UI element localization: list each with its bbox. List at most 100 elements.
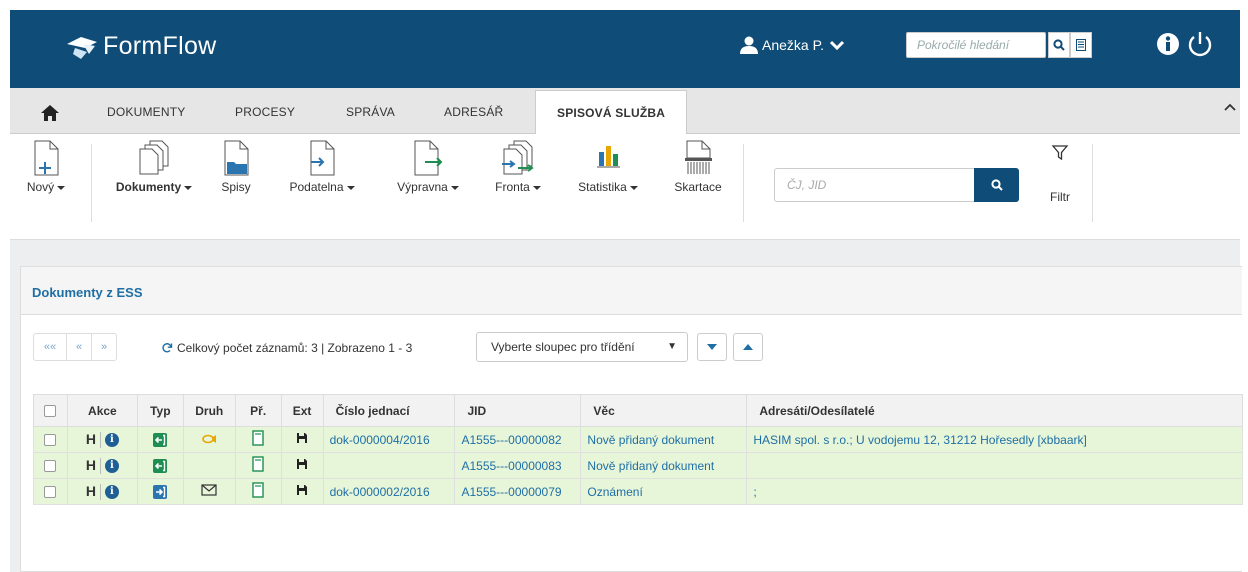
subject-cell[interactable]: Oznámení	[580, 478, 748, 505]
column-header[interactable]: Typ	[136, 394, 184, 427]
column-header[interactable]: Číslo jednací	[322, 394, 456, 427]
menu-administration[interactable]: SPRÁVA	[346, 105, 395, 119]
table-row[interactable]: Hi dok-0000004/2016 A1555---00000082 Nově p…	[33, 426, 1243, 453]
history-button[interactable]: H	[86, 483, 96, 499]
advanced-search-input[interactable]	[906, 32, 1046, 58]
attachment-cell[interactable]	[234, 426, 282, 453]
column-header[interactable]: Ext	[280, 394, 324, 427]
search-button[interactable]	[1048, 32, 1070, 58]
list-icon	[1076, 39, 1086, 51]
documents-label: Dokumenty	[115, 180, 182, 194]
search-options-button[interactable]	[1070, 32, 1092, 58]
table-row[interactable]: Hi A1555---00000083 Nově přidaný dokument	[33, 452, 1243, 479]
row-select-cell[interactable]	[33, 478, 68, 505]
select-all-checkbox[interactable]	[44, 405, 57, 418]
refresh-icon[interactable]	[161, 342, 173, 354]
row-select-cell[interactable]	[33, 426, 68, 453]
power-icon[interactable]	[1186, 30, 1214, 58]
first-page-button[interactable]: ««	[33, 333, 67, 361]
reference-number-cell[interactable]: dok-0000004/2016	[322, 426, 456, 453]
sort-ascending-button[interactable]	[733, 333, 763, 361]
reference-number-cell[interactable]: dok-0000002/2016	[322, 478, 456, 505]
dropdown-arrow-icon: ▼	[667, 341, 677, 352]
previous-page-button[interactable]: «	[66, 333, 92, 361]
sort-column-select[interactable]: Vyberte sloupec pro třídění ▼	[476, 332, 688, 362]
dispatch-button[interactable]: Výpravna	[386, 140, 470, 194]
external-cell[interactable]	[280, 452, 324, 479]
reference-search-button[interactable]	[974, 168, 1019, 202]
user-menu[interactable]: Anežka P.	[740, 36, 848, 54]
recipients-cell[interactable]: HASIM spol. s r.o.; U vodojemu 12, 31212…	[746, 426, 1243, 453]
brand-name: FormFlow	[103, 32, 217, 60]
queue-button[interactable]: Fronta	[488, 140, 548, 194]
info-icon[interactable]: i	[104, 459, 119, 474]
envelope-icon	[201, 484, 217, 496]
save-icon	[297, 459, 308, 469]
shredder-icon	[685, 140, 712, 174]
reference-number-cell[interactable]	[322, 452, 456, 479]
filter-icon	[1051, 145, 1069, 161]
sort-column-value: Vyberte sloupec pro třídění	[491, 340, 635, 354]
brand[interactable]: FormFlow	[65, 32, 217, 61]
record-count-text: Celkový počet záznamů: 3 | Zobrazeno 1 -…	[177, 341, 413, 355]
pagination: «« « »	[33, 333, 117, 361]
subject-cell[interactable]: Nově přidaný dokument	[580, 426, 748, 453]
row-checkbox[interactable]	[44, 486, 57, 499]
attachment-cell[interactable]	[234, 478, 282, 505]
kind-cell	[182, 452, 236, 479]
jid-cell[interactable]: A1555---00000079	[454, 478, 582, 505]
reference-search-input[interactable]	[774, 168, 978, 202]
jid-cell[interactable]: A1555---00000082	[454, 426, 582, 453]
column-header[interactable]: Druh	[182, 394, 236, 427]
menu-records-service[interactable]: SPISOVÁ SLUŽBA	[535, 90, 688, 135]
next-page-button[interactable]: »	[91, 333, 117, 361]
new-button[interactable]: Nový	[24, 140, 68, 194]
actions-cell: Hi	[66, 478, 138, 505]
info-icon[interactable]: i	[104, 433, 119, 448]
menu-documents[interactable]: DOKUMENTY	[107, 105, 185, 119]
recipients-cell[interactable]	[746, 452, 1243, 479]
subject-cell[interactable]: Nově přidaný dokument	[580, 452, 748, 479]
column-header[interactable]: Věc	[580, 394, 748, 427]
column-header[interactable]: JID	[454, 394, 582, 427]
menu-processes[interactable]: PROCESY	[235, 105, 295, 119]
chevron-up-icon[interactable]	[1224, 102, 1236, 112]
home-icon[interactable]	[40, 104, 60, 122]
kind-cell	[182, 478, 236, 505]
sort-descending-button[interactable]	[697, 333, 727, 361]
panel-header: Dokumenty z ESS	[21, 267, 1242, 315]
row-select-cell[interactable]	[33, 452, 68, 479]
files-button[interactable]: Spisy	[216, 140, 256, 194]
documents-button[interactable]: Dokumenty	[106, 140, 202, 194]
incoming-document-icon	[153, 458, 168, 473]
row-checkbox[interactable]	[44, 434, 57, 447]
shredding-button[interactable]: Skartace	[666, 140, 730, 194]
recipients-cell[interactable]: ;	[746, 478, 1243, 505]
queue-icon	[502, 140, 534, 175]
history-button[interactable]: H	[86, 431, 96, 447]
menu-address-book[interactable]: ADRESÁŘ	[444, 105, 503, 119]
select-all-header[interactable]	[33, 394, 68, 427]
external-cell[interactable]	[280, 478, 324, 505]
info-icon[interactable]: i	[104, 485, 119, 500]
record-count: Celkový počet záznamů: 3 | Zobrazeno 1 -…	[161, 341, 412, 355]
info-icon[interactable]	[1156, 32, 1180, 56]
column-header[interactable]: Př.	[234, 394, 282, 427]
filter-button[interactable]: Filtr	[1040, 144, 1080, 204]
save-icon	[297, 433, 308, 443]
stats-button[interactable]: Statistika	[566, 140, 650, 194]
history-button[interactable]: H	[86, 457, 96, 473]
attachment-cell[interactable]	[234, 452, 282, 479]
panel-title: Dokumenty z ESS	[32, 285, 143, 300]
table-header-row: Akce Typ Druh Př. Ext Číslo jednací JID …	[33, 394, 1243, 427]
table-row[interactable]: Hi dok-0000002/2016 A1555---00000079 Oznáme…	[33, 478, 1243, 505]
new-label: Nový	[26, 180, 55, 194]
intake-button[interactable]: Podatelna	[280, 140, 364, 194]
folder-document-icon	[224, 140, 249, 176]
jid-cell[interactable]: A1555---00000083	[454, 452, 582, 479]
row-checkbox[interactable]	[44, 460, 57, 473]
column-header[interactable]: Akce	[66, 394, 138, 427]
external-cell[interactable]	[280, 426, 324, 453]
column-header[interactable]: Adresáti/Odesílatelé	[746, 394, 1243, 427]
type-cell	[136, 452, 184, 479]
